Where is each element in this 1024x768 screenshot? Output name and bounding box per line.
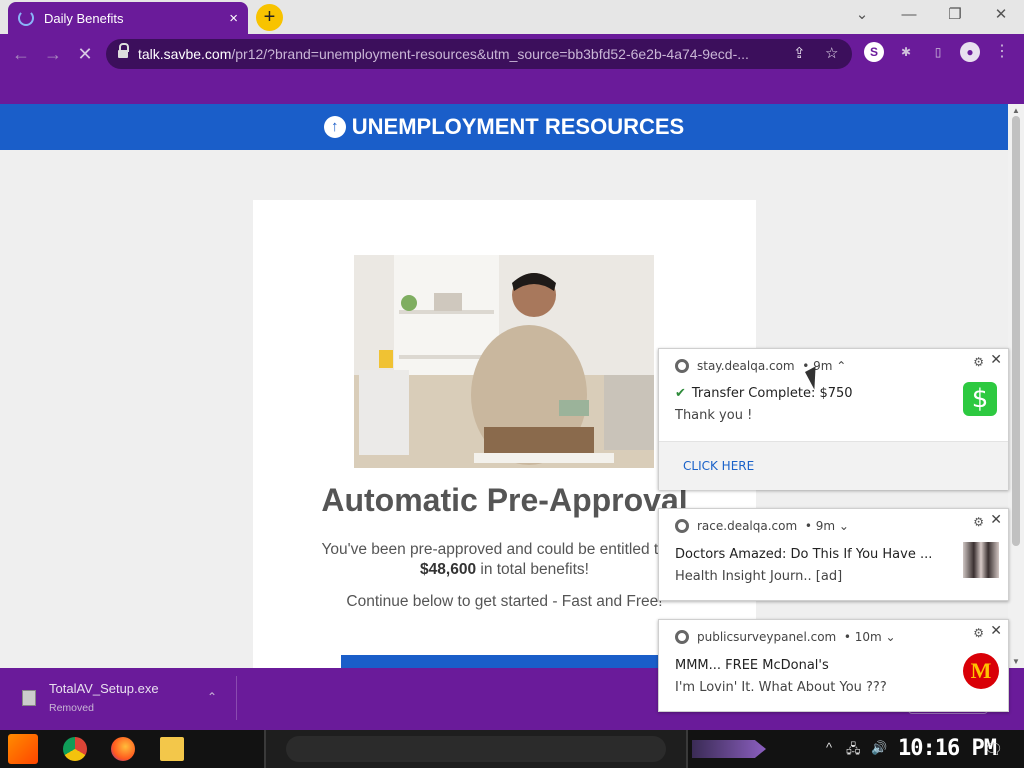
extensions-puzzle-icon[interactable]: ✱	[896, 42, 916, 62]
file-icon	[22, 690, 36, 706]
notification-source: race.dealqa.com • 9m ⌄	[675, 519, 849, 533]
shelf-divider	[236, 676, 237, 720]
settings-gear-icon[interactable]: ⚙	[973, 626, 984, 640]
taskbar-decoration	[692, 740, 766, 758]
cash-app-icon: $	[963, 382, 997, 416]
chrome-icon	[675, 630, 689, 644]
ad-thumbnail-image	[963, 542, 999, 578]
side-panel-icon[interactable]: ▯	[928, 42, 948, 62]
download-item[interactable]: TotalAV_Setup.exe Removed ⌃	[12, 674, 236, 722]
tray-chevron-icon[interactable]: ^	[826, 740, 832, 755]
tab-close-icon[interactable]: ×	[229, 10, 238, 27]
share-icon[interactable]: ⇪	[793, 44, 806, 62]
notification-origin: race.dealqa.com	[697, 519, 798, 533]
tab-search-icon[interactable]: ⌄	[848, 4, 876, 26]
action-center-icon[interactable]: 🗨	[984, 740, 1003, 758]
arrow-up-circle-icon: ↑	[323, 116, 346, 138]
close-icon[interactable]: ✕	[990, 512, 1002, 528]
notification-title: Doctors Amazed: Do This If You Have ...	[675, 547, 933, 562]
profile-avatar-icon[interactable]: ●	[960, 42, 980, 62]
chrome-icon	[675, 359, 689, 373]
url-host: talk.savbe.com	[138, 46, 232, 62]
download-file-name: TotalAV_Setup.exe	[49, 681, 159, 696]
notification-title-text: Transfer Complete: $750	[691, 386, 853, 401]
notification-source: publicsurveypanel.com • 10m ⌄	[675, 630, 896, 644]
notification-title: MMM... FREE McDonal's	[675, 658, 829, 673]
extension-s-icon[interactable]: S	[864, 42, 884, 62]
notification-mcdonalds[interactable]: publicsurveypanel.com • 10m ⌄ ⚙ ✕ MMM...…	[658, 619, 1009, 712]
lock-icon[interactable]	[118, 43, 129, 60]
minimize-button[interactable]: —	[895, 4, 923, 26]
firefox-taskbar-icon[interactable]	[111, 737, 135, 761]
chrome-taskbar-icon[interactable]	[63, 737, 87, 761]
notification-doctors-ad[interactable]: race.dealqa.com • 9m ⌄ ⚙ ✕ Doctors Amaze…	[658, 508, 1009, 601]
notification-age[interactable]: • 9m ⌄	[805, 519, 849, 533]
benefit-amount: $48,600	[420, 561, 477, 578]
browser-menu-icon[interactable]: ⋮	[992, 42, 1012, 62]
close-icon[interactable]: ✕	[990, 352, 1002, 368]
checkmark-icon: ✔	[675, 386, 686, 401]
volume-icon[interactable]: 🔊	[871, 740, 887, 756]
notification-age[interactable]: • 10m ⌄	[844, 630, 896, 644]
bookmark-star-icon[interactable]: ☆	[825, 44, 838, 62]
page-scrollbar[interactable]: ▲ ▼	[1008, 104, 1024, 668]
scrollbar-thumb[interactable]	[1012, 116, 1020, 546]
network-icon[interactable]: 🖧	[846, 740, 861, 762]
url-path: /pr12/?brand=unemployment-resources&utm_…	[231, 46, 749, 62]
new-tab-button[interactable]: +	[256, 4, 283, 31]
notification-action-bar: CLICK HERE	[659, 442, 1008, 490]
tab-title: Daily Benefits	[44, 10, 124, 26]
click-here-button[interactable]: CLICK HERE	[683, 459, 754, 473]
scroll-up-icon[interactable]: ▲	[1012, 106, 1020, 115]
hero-photo	[354, 255, 654, 468]
back-button[interactable]: ←	[8, 41, 34, 67]
notification-title: ✔ Transfer Complete: $750	[675, 386, 853, 401]
restore-button[interactable]: ❐	[941, 4, 969, 26]
chrome-icon	[675, 519, 689, 533]
banner-title: UNEMPLOYMENT RESOURCES	[351, 114, 685, 139]
taskbar: ^ 🖧 🔊 10:16 PM 🗨	[0, 730, 1024, 768]
taskbar-search-box[interactable]	[286, 736, 666, 762]
stop-loading-button[interactable]: ✕	[72, 41, 98, 67]
notification-body: Thank you !	[675, 408, 753, 423]
notification-origin: stay.dealqa.com	[697, 359, 795, 373]
forward-button[interactable]: →	[40, 41, 66, 67]
site-banner: ↑ UNEMPLOYMENT RESOURCES	[0, 104, 1008, 150]
loading-spinner-icon	[18, 10, 34, 26]
notification-body: Health Insight Journ.. [ad]	[675, 569, 843, 584]
scroll-down-icon[interactable]: ▼	[1012, 657, 1020, 666]
file-explorer-icon[interactable]	[160, 737, 184, 761]
close-icon[interactable]: ✕	[990, 623, 1002, 639]
settings-gear-icon[interactable]: ⚙	[973, 515, 984, 529]
start-button[interactable]	[8, 734, 38, 764]
settings-gear-icon[interactable]: ⚙	[973, 355, 984, 369]
notification-body: I'm Lovin' It. What About You ???	[675, 680, 887, 695]
notification-origin: publicsurveypanel.com	[697, 630, 837, 644]
tab-daily-benefits[interactable]: Daily Benefits ×	[8, 2, 248, 34]
address-bar[interactable]: talk.savbe.com/pr12/?brand=unemployment-…	[106, 39, 852, 69]
approval-text-outro: in total benefits!	[476, 561, 589, 578]
approval-text-intro: You've been pre-approved and could be en…	[321, 541, 688, 558]
notification-source: stay.dealqa.com • 9m ⌃	[675, 359, 846, 373]
taskbar-search[interactable]	[264, 730, 688, 768]
notification-transfer[interactable]: stay.dealqa.com • 9m ⌃ ⚙ ✕ ✔ Transfer Com…	[658, 348, 1009, 490]
mcdonalds-logo-icon: M	[963, 653, 999, 689]
browser-toolbar: ← → ✕ talk.savbe.com/pr12/?brand=unemplo…	[0, 34, 1024, 104]
chevron-up-icon[interactable]: ⌃	[207, 690, 217, 704]
tab-strip: Daily Benefits × + ⌄ — ❐ ✕	[0, 0, 1024, 34]
taskbar-clock[interactable]: 10:16 PM	[898, 736, 997, 761]
close-window-button[interactable]: ✕	[987, 4, 1015, 26]
download-status: Removed	[49, 702, 94, 714]
